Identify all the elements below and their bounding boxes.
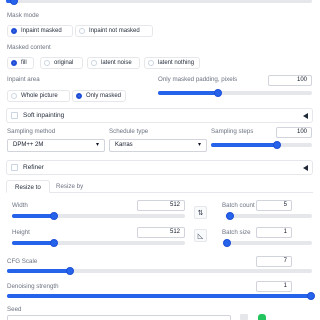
denoising-strength-slider[interactable] <box>7 292 315 300</box>
schedule-type-dropdown[interactable]: Karras ▾ <box>109 139 207 152</box>
schedule-type-label: Schedule type <box>109 128 149 135</box>
sampling-steps-label: Sampling steps <box>211 128 254 135</box>
masked-content-option-latent-noise[interactable]: latent noise <box>87 57 140 69</box>
width-label: Width <box>12 202 28 209</box>
masked-content-option-original[interactable]: original <box>40 57 83 69</box>
refiner-label: Refiner <box>23 164 44 171</box>
denoising-strength-input[interactable]: 1 <box>256 281 292 292</box>
refiner-checkbox[interactable] <box>11 164 18 171</box>
radio-icon <box>11 60 17 66</box>
tab-resize-to[interactable]: Resize to <box>6 180 50 193</box>
chevron-down-icon: ▾ <box>95 142 99 148</box>
mask-mode-option-inpaint-not-masked[interactable]: Inpaint not masked <box>75 25 153 37</box>
batch-size-label: Batch size <box>222 229 251 236</box>
collapse-triangle-icon[interactable] <box>303 113 308 119</box>
batch-count-label: Batch count <box>222 202 255 209</box>
recycle-icon[interactable] <box>258 314 266 320</box>
mask-mode-label: Mask mode <box>7 12 39 19</box>
radio-icon <box>11 93 17 99</box>
inpaint-area-option-whole-picture[interactable]: Whole picture <box>7 90 70 102</box>
radio-icon <box>91 60 97 66</box>
width-slider[interactable] <box>12 212 185 220</box>
soft-inpainting-label: Soft inpainting <box>23 112 65 119</box>
dice-icon[interactable] <box>240 314 248 320</box>
sampling-method-dropdown[interactable]: DPM++ 2M ▾ <box>7 139 105 152</box>
denoising-strength-label: Denoising strength <box>7 283 59 290</box>
batch-count-input[interactable]: 5 <box>256 200 292 211</box>
batch-size-input[interactable]: 1 <box>256 227 292 238</box>
batch-size-slider[interactable] <box>223 239 312 247</box>
height-slider[interactable] <box>12 239 185 247</box>
inpaint-area-option-only-masked[interactable]: Only masked <box>72 90 126 102</box>
top-slider[interactable] <box>6 0 312 5</box>
padding-label: Only masked padding, pixels <box>158 76 238 83</box>
aspect-ratio-icon[interactable]: ◺ <box>194 229 207 242</box>
masked-content-option-latent-nothing[interactable]: latent nothing <box>144 57 200 69</box>
cfg-scale-input[interactable]: 7 <box>256 256 292 267</box>
soft-inpainting-panel[interactable]: Soft inpainting <box>6 108 313 123</box>
masked-content-option-fill[interactable]: fill <box>7 57 34 69</box>
cfg-scale-label: CFG Scale <box>7 258 38 265</box>
seed-input[interactable] <box>7 315 231 320</box>
resize-tabs: Resize to Resize by <box>6 180 313 193</box>
collapse-triangle-icon[interactable] <box>303 165 308 171</box>
sampling-method-label: Sampling method <box>7 128 56 135</box>
width-input[interactable]: 512 <box>137 200 185 211</box>
cfg-scale-slider[interactable] <box>7 267 312 275</box>
masked-content-label: Masked content <box>7 44 51 51</box>
swap-arrows-icon[interactable]: ⇅ <box>194 206 207 219</box>
mask-mode-option-inpaint-masked[interactable]: Inpaint masked <box>7 25 73 37</box>
sampling-steps-input[interactable]: 100 <box>276 127 312 138</box>
radio-icon <box>44 60 50 66</box>
refiner-panel[interactable]: Refiner <box>6 160 313 175</box>
radio-icon <box>148 60 154 66</box>
soft-inpainting-checkbox[interactable] <box>11 112 18 119</box>
tab-resize-by[interactable]: Resize by <box>56 183 83 190</box>
chevron-down-icon: ▾ <box>197 142 201 148</box>
padding-slider[interactable] <box>158 89 312 97</box>
batch-count-slider[interactable] <box>226 212 312 220</box>
padding-value-input[interactable]: 100 <box>268 75 312 86</box>
radio-icon <box>79 28 85 34</box>
radio-icon <box>76 93 82 99</box>
sampling-steps-slider[interactable] <box>211 141 312 149</box>
height-input[interactable]: 512 <box>137 227 185 238</box>
height-label: Height <box>12 229 30 236</box>
seed-label: Seed <box>7 306 22 313</box>
radio-icon <box>11 28 17 34</box>
inpaint-area-label: Inpaint area <box>7 76 40 83</box>
